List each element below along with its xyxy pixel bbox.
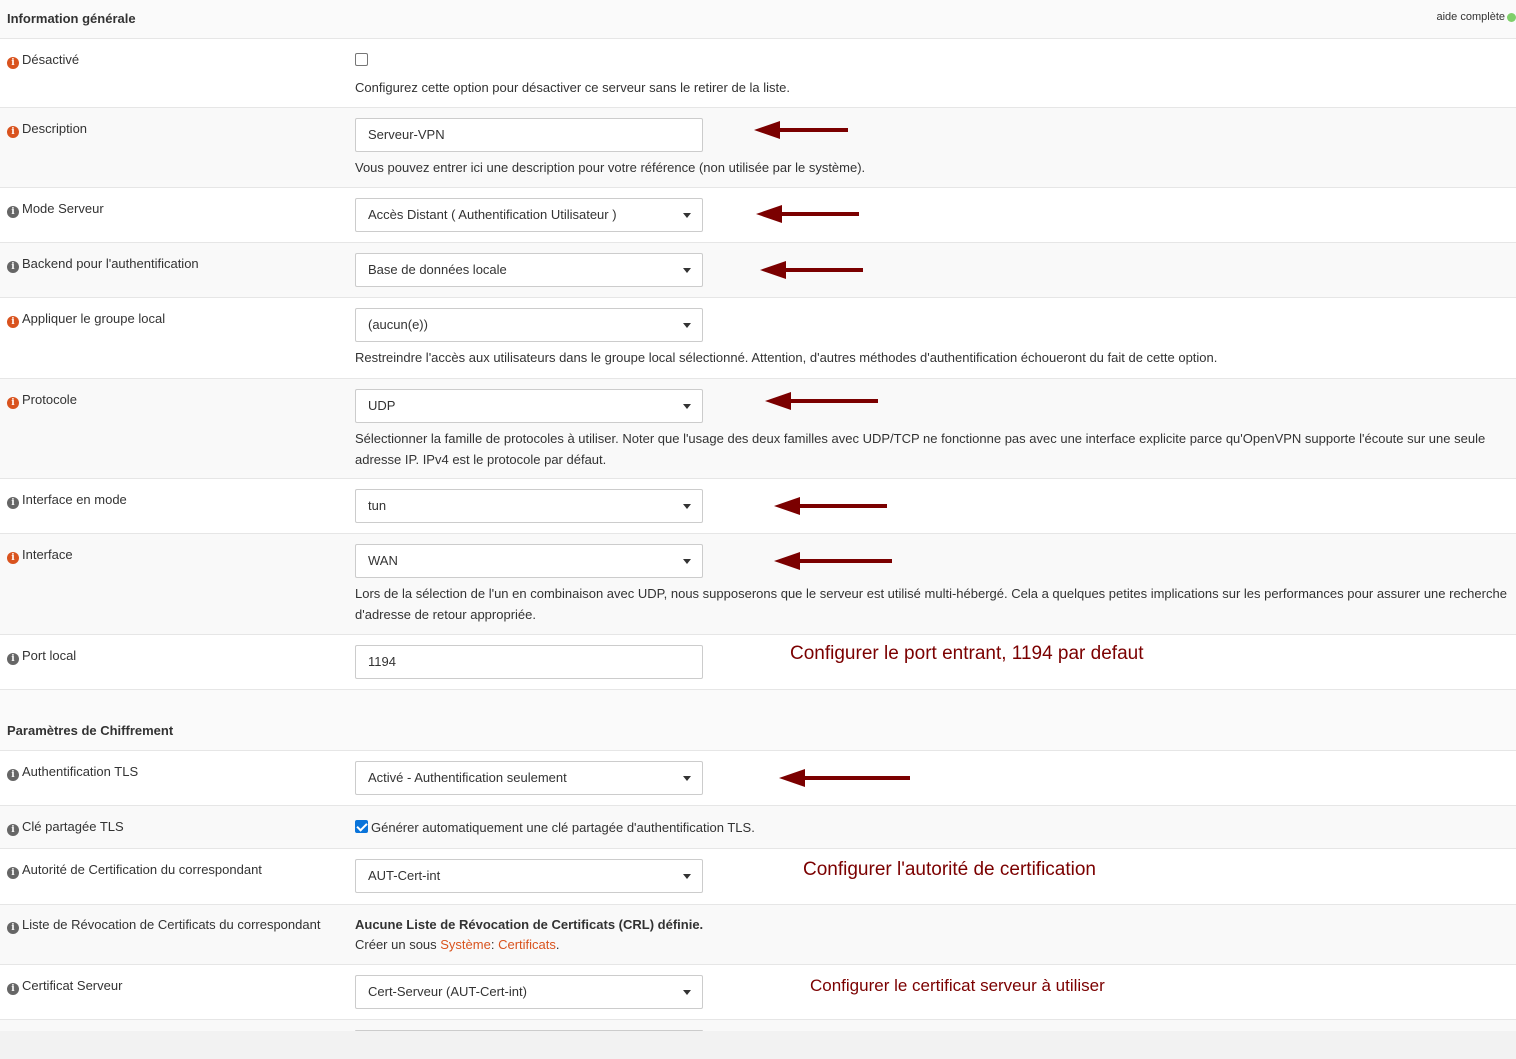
row-tls-auth: i Authentification TLS Activé - Authentif… [0, 751, 1516, 806]
label-peer-crl: i Liste de Révocation de Certificats du c… [7, 917, 320, 934]
info-icon[interactable]: i [7, 867, 19, 879]
annotation-ca: Configurer l'autorité de certification [803, 859, 1096, 880]
info-icon[interactable]: i [7, 824, 19, 836]
tls-key-autogen-label: Générer automatiquement une clé partagée… [371, 820, 755, 835]
label-protocol: i Protocole [7, 392, 77, 409]
info-icon[interactable]: i [7, 316, 19, 328]
annotation-arrow-server-mode [756, 205, 859, 223]
info-icon[interactable]: i [7, 497, 19, 509]
tls-key-autogen-checkbox[interactable] [355, 820, 368, 833]
row-peer-ca: i Autorité de Certification du correspond… [0, 849, 1516, 905]
section-header-general: Information générale aide complète [0, 0, 1516, 39]
help-description: Vous pouvez entrer ici une description p… [355, 160, 866, 175]
annotation-arrow-description [754, 121, 848, 139]
chevron-down-icon [683, 990, 691, 995]
server-mode-select[interactable]: Accès Distant ( Authentification Utilisa… [355, 198, 703, 232]
peer-ca-select[interactable]: AUT-Cert-int [355, 859, 703, 893]
disabled-checkbox[interactable] [355, 53, 368, 66]
row-local-group: i Appliquer le groupe local (aucun(e)) Re… [0, 298, 1516, 379]
label-local-port: i Port local [7, 648, 76, 665]
annotation-arrow-auth-backend [760, 261, 863, 279]
chevron-down-icon [683, 504, 691, 509]
chevron-down-icon [683, 874, 691, 879]
label-auth-backend: i Backend pour l'authentification [7, 256, 199, 273]
row-description: i Description Serveur-VPN Vous pouvez ent… [0, 108, 1516, 188]
full-help-label: aide complète [1436, 11, 1506, 23]
annotation-cert: Configurer le certificat serveur à utili… [810, 976, 1105, 995]
row-interface: i Interface WAN Lors de la sélection de l… [0, 534, 1516, 635]
help-interface-line1: Lors de la sélection de l'un en combinai… [355, 586, 1507, 601]
description-input[interactable]: Serveur-VPN [355, 118, 703, 152]
row-next-partial [0, 1020, 1516, 1032]
row-peer-crl: i Liste de Révocation de Certificats du c… [0, 905, 1516, 965]
help-protocol-line2: adresse IP. IPv4 est le protocole par dé… [355, 452, 607, 467]
row-tls-key: i Clé partagée TLS Générer automatiquemen… [0, 806, 1516, 849]
label-server-cert: i Certificat Serveur [7, 978, 122, 995]
label-local-group: i Appliquer le groupe local [7, 311, 165, 328]
row-protocol: i Protocole UDP Sélectionner la famille d… [0, 379, 1516, 479]
label-description: i Description [7, 121, 87, 138]
info-icon[interactable]: i [7, 983, 19, 995]
info-icon[interactable]: i [7, 552, 19, 564]
label-tls-auth: i Authentification TLS [7, 764, 138, 781]
local-port-input[interactable]: 1194 [355, 645, 703, 679]
info-icon[interactable]: i [7, 769, 19, 781]
help-interface-line2: d'adresse de retour appropriée. [355, 607, 536, 622]
label-dev-mode: i Interface en mode [7, 492, 127, 509]
label-disabled: i Désactivé [7, 52, 79, 69]
info-icon[interactable]: i [7, 126, 19, 138]
label-interface: i Interface [7, 547, 73, 564]
help-protocol-line1: Sélectionner la famille de protocoles à … [355, 431, 1486, 446]
footer [0, 1031, 1516, 1059]
chevron-down-icon [683, 268, 691, 273]
annotation-port: Configurer le port entrant, 1194 par def… [790, 643, 1144, 664]
chevron-down-icon [683, 776, 691, 781]
annotation-arrow-interface [774, 552, 892, 570]
chevron-down-icon [683, 213, 691, 218]
row-local-port: i Port local 1194 [0, 635, 1516, 690]
full-help-toggle[interactable]: aide complète [1437, 11, 1516, 23]
row-disabled: i Désactivé Configurez cette option pour … [0, 39, 1516, 108]
server-cert-select[interactable]: Cert-Serveur (AUT-Cert-int) [355, 975, 703, 1009]
section-header-crypto: Paramètres de Chiffrement [0, 690, 1516, 751]
info-icon[interactable]: i [7, 397, 19, 409]
row-auth-backend: i Backend pour l'authentification Base de… [0, 243, 1516, 298]
row-dev-mode: i Interface en mode tun [0, 479, 1516, 534]
interface-select[interactable]: WAN [355, 544, 703, 578]
help-disabled: Configurez cette option pour désactiver … [355, 80, 790, 95]
local-group-select[interactable]: (aucun(e)) [355, 308, 703, 342]
info-icon[interactable]: i [7, 922, 19, 934]
chevron-down-icon [683, 404, 691, 409]
info-icon[interactable]: i [7, 653, 19, 665]
protocol-select[interactable]: UDP [355, 389, 703, 423]
info-icon[interactable]: i [7, 261, 19, 273]
help-local-group: Restreindre l'accès aux utilisateurs dan… [355, 350, 1218, 365]
chevron-down-icon [683, 559, 691, 564]
toggle-indicator-icon[interactable] [1507, 12, 1516, 22]
row-server-cert: i Certificat Serveur Cert-Serveur (AUT-Ce… [0, 965, 1516, 1020]
label-tls-key: i Clé partagée TLS [7, 819, 124, 836]
system-link[interactable]: Système [440, 937, 491, 952]
annotation-arrow-protocol [765, 392, 878, 410]
annotation-arrow-tls-auth [779, 769, 910, 787]
dev-mode-select[interactable]: tun [355, 489, 703, 523]
label-peer-ca: i Autorité de Certification du correspond… [7, 862, 262, 879]
info-icon[interactable]: i [7, 57, 19, 69]
crl-create-text: Créer un sous Système: Certificats. [355, 937, 560, 952]
section-title-crypto: Paramètres de Chiffrement [7, 723, 174, 738]
crl-none-text: Aucune Liste de Révocation de Certificat… [355, 917, 704, 932]
tls-auth-select[interactable]: Activé - Authentification seulement [355, 761, 703, 795]
section-title-general: Information générale [7, 11, 136, 26]
certificates-link[interactable]: Certificats [498, 937, 556, 952]
annotation-arrow-dev-mode [774, 497, 887, 515]
chevron-down-icon [683, 323, 691, 328]
label-server-mode: i Mode Serveur [7, 201, 104, 218]
auth-backend-select[interactable]: Base de données locale [355, 253, 703, 287]
info-icon[interactable]: i [7, 206, 19, 218]
